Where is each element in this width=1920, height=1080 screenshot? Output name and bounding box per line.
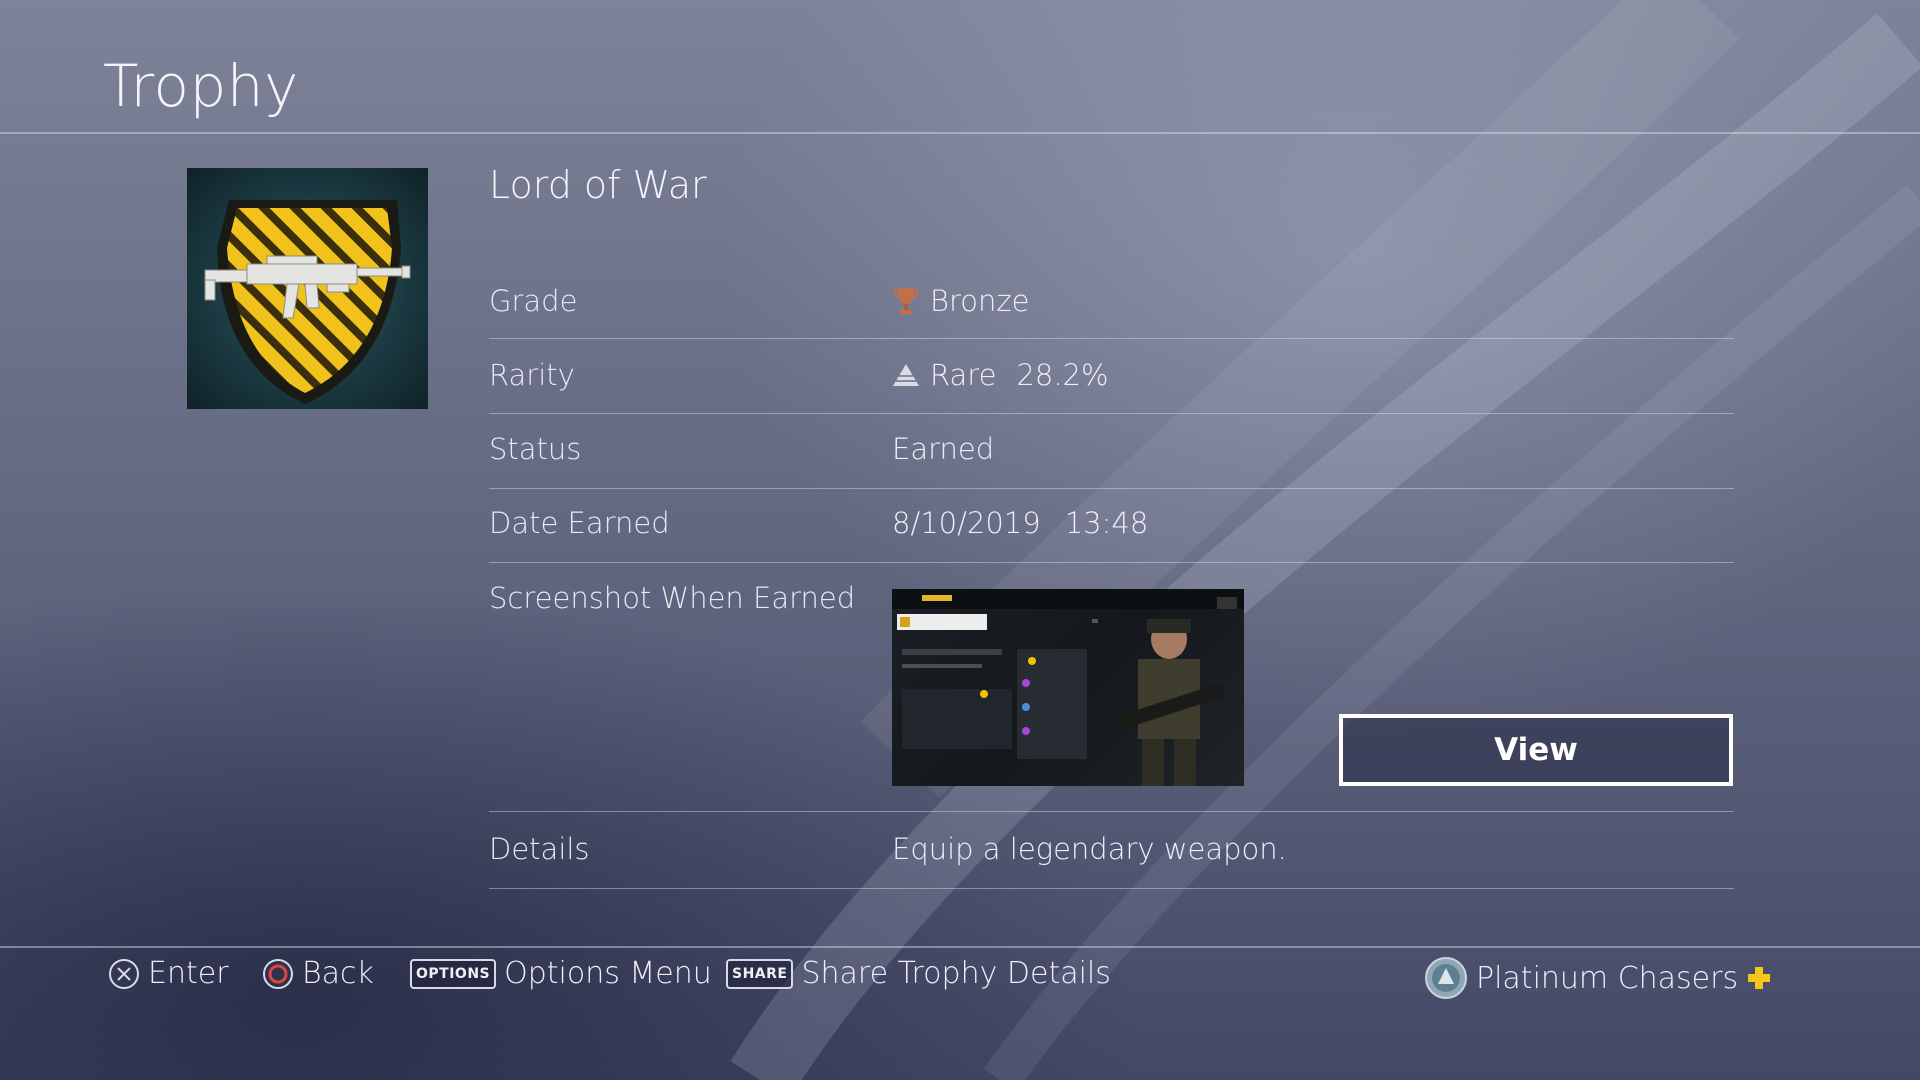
rarity-pyramid-icon xyxy=(893,364,919,386)
enter-hint[interactable]: Enter xyxy=(108,956,229,991)
date-earned-label: Date Earned xyxy=(489,506,670,540)
row-divider xyxy=(489,562,1734,563)
options-hint-label: Options Menu xyxy=(504,956,712,991)
grade-value: Bronze xyxy=(892,284,1029,318)
row-divider xyxy=(489,413,1734,414)
footer-divider xyxy=(0,946,1920,948)
details-label: Details xyxy=(489,832,590,866)
row-divider xyxy=(489,338,1734,339)
status-value: Earned xyxy=(892,432,995,466)
bronze-trophy-icon xyxy=(893,288,919,314)
back-hint[interactable]: Back xyxy=(262,956,374,991)
ps-plus-icon xyxy=(1748,967,1771,989)
rarity-label: Rarity xyxy=(489,358,575,392)
share-hint[interactable]: SHARE Share Trophy Details xyxy=(726,956,1111,991)
rarity-text: Rare xyxy=(930,358,997,392)
avatar xyxy=(1425,957,1467,999)
time-text: 13:48 xyxy=(1064,506,1149,540)
grade-label: Grade xyxy=(489,284,578,318)
row-divider xyxy=(489,811,1734,812)
cross-button-icon xyxy=(109,958,139,989)
grade-text: Bronze xyxy=(930,284,1030,318)
rarity-value: Rare 28.2% xyxy=(892,358,1109,392)
date-text: 8/10/2019 xyxy=(892,506,1041,540)
row-divider xyxy=(489,488,1734,489)
options-button-icon: OPTIONS xyxy=(410,958,497,989)
share-hint-label: Share Trophy Details xyxy=(801,956,1111,991)
user-indicator[interactable]: Platinum Chasers xyxy=(1424,956,1772,1000)
date-earned-value: 8/10/2019 13:48 xyxy=(892,506,1148,540)
screenshot-label: Screenshot When Earned xyxy=(489,581,856,615)
page-title: Trophy xyxy=(103,52,299,120)
details-value: Equip a legendary weapon. xyxy=(892,832,1287,866)
row-divider xyxy=(489,888,1734,889)
options-hint[interactable]: OPTIONS Options Menu xyxy=(410,956,712,991)
header-divider xyxy=(0,132,1920,134)
user-name: Platinum Chasers xyxy=(1476,960,1739,996)
back-hint-label: Back xyxy=(302,956,374,991)
trophy-image xyxy=(187,168,428,409)
share-button-icon: SHARE xyxy=(726,958,794,989)
circle-button-icon xyxy=(263,958,293,989)
enter-hint-label: Enter xyxy=(148,956,229,991)
view-button[interactable]: View xyxy=(1339,714,1733,786)
trophy-name: Lord of War xyxy=(489,163,707,207)
screenshot-thumbnail[interactable] xyxy=(892,589,1244,786)
rarity-percent: 28.2% xyxy=(1016,358,1109,392)
background-wave xyxy=(730,0,1920,1080)
status-label: Status xyxy=(489,432,582,466)
